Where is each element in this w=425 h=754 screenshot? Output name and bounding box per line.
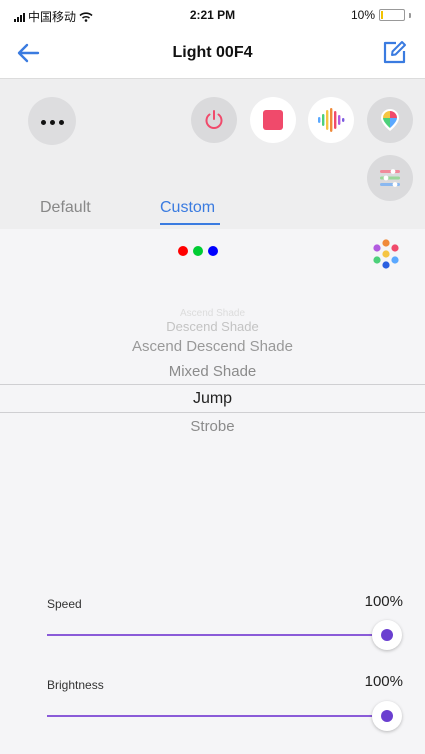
stop-icon <box>263 110 283 130</box>
page-title: Light 00F4 <box>172 44 253 61</box>
mode-option[interactable]: Ascend Descend Shade <box>0 338 425 355</box>
custom-content: Ascend Shade Descend Shade Ascend Descen… <box>0 229 425 754</box>
settings-icon <box>380 169 400 187</box>
more-icon <box>39 112 66 130</box>
stop-button[interactable] <box>250 97 296 143</box>
status-bar: 中国移动 2:21 PM 10% <box>0 0 425 28</box>
colorful-dots-icon <box>373 239 399 269</box>
more-button[interactable] <box>28 97 76 145</box>
brightness-track[interactable] <box>47 715 387 717</box>
brightness-slider-thumb[interactable] <box>372 701 402 731</box>
battery-percent: 10% <box>350 8 375 22</box>
picker-selection-top <box>0 384 425 385</box>
control-panel: Default Custom <box>0 79 425 229</box>
palette-button[interactable] <box>367 97 413 143</box>
power-icon <box>205 110 223 129</box>
blue-dot <box>208 246 218 256</box>
speed-label: Speed <box>47 597 82 611</box>
nav-bar: Light 00F4 <box>0 28 425 79</box>
tab-default[interactable]: Default <box>40 199 91 217</box>
speed-value: 100% <box>364 593 403 610</box>
music-button[interactable] <box>308 97 354 143</box>
tab-custom[interactable]: Custom <box>160 199 215 217</box>
picker-selection-bottom <box>0 412 425 413</box>
palette-icon <box>381 109 399 131</box>
status-bar-right: 10% <box>351 8 411 22</box>
green-dot <box>193 246 203 256</box>
brightness-label: Brightness <box>47 678 104 692</box>
edit-icon <box>383 41 406 64</box>
mode-option[interactable]: Mixed Shade <box>0 363 425 380</box>
multi-color-button[interactable] <box>368 236 404 272</box>
battery-icon <box>379 9 405 21</box>
mode-option[interactable]: Ascend Shade <box>0 308 425 319</box>
edit-button[interactable] <box>381 38 411 68</box>
mode-option[interactable]: Descend Shade <box>0 319 425 334</box>
tab-active-indicator <box>160 223 220 225</box>
speed-slider-thumb[interactable] <box>372 620 402 650</box>
color-dots[interactable] <box>178 246 218 256</box>
battery-tip <box>409 12 411 18</box>
music-icon <box>318 108 345 132</box>
red-dot <box>178 246 188 256</box>
speed-track[interactable] <box>47 634 387 636</box>
settings-button[interactable] <box>367 155 413 201</box>
battery-level <box>381 11 383 19</box>
power-button[interactable] <box>191 97 237 143</box>
brightness-value: 100% <box>364 673 403 690</box>
mode-option-selected[interactable]: Jump <box>0 390 425 408</box>
mode-option[interactable]: Strobe <box>0 418 425 435</box>
